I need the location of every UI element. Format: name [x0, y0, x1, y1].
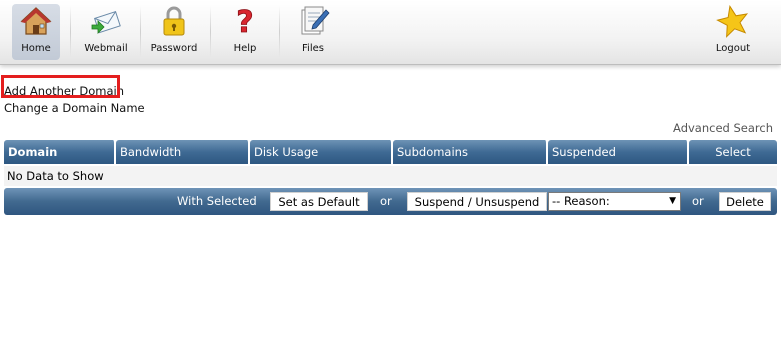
advanced-search-link[interactable]: Advanced Search: [673, 121, 773, 135]
action-bar: With Selected Set as Default or Suspend …: [4, 188, 777, 215]
webmail-button[interactable]: Webmail: [80, 4, 132, 60]
reason-select[interactable]: -- Reason: ▼: [548, 192, 681, 211]
column-disk-usage[interactable]: Disk Usage: [250, 140, 393, 164]
column-subdomains[interactable]: Subdomains: [393, 140, 548, 164]
files-icon: [301, 6, 330, 35]
home-button[interactable]: Home: [12, 4, 60, 60]
highlight-box: [1, 75, 120, 98]
empty-table-row: No Data to Show: [4, 166, 777, 186]
column-domain[interactable]: Domain: [4, 140, 116, 164]
help-button[interactable]: ? Help: [222, 4, 268, 60]
reason-select-value: -- Reason:: [552, 194, 610, 208]
logout-label: Logout: [715, 43, 751, 54]
suspend-button[interactable]: Suspend / Unsuspend: [407, 192, 547, 211]
lock-icon: [163, 6, 185, 36]
table-header: Domain Bandwidth Disk Usage Subdomains S…: [4, 140, 777, 164]
password-button[interactable]: Password: [148, 4, 200, 60]
files-button[interactable]: Files: [290, 4, 336, 60]
webmail-icon: [91, 10, 121, 34]
or-label-1: or: [380, 194, 392, 208]
chevron-down-icon: ▼: [669, 196, 676, 206]
delete-button[interactable]: Delete: [719, 192, 771, 211]
column-select[interactable]: Select: [689, 140, 777, 164]
set-default-button[interactable]: Set as Default: [270, 192, 368, 211]
password-label: Password: [150, 43, 198, 54]
or-label-2: or: [692, 194, 704, 208]
home-label: Home: [21, 43, 51, 54]
svg-text:?: ?: [236, 5, 253, 38]
star-icon: [716, 4, 749, 38]
with-selected-label: With Selected: [177, 194, 257, 208]
logout-button[interactable]: Logout: [710, 4, 756, 60]
column-suspended[interactable]: Suspended: [548, 140, 689, 164]
home-icon: [20, 7, 52, 35]
help-label: Help: [233, 43, 257, 54]
webmail-label: Webmail: [84, 43, 128, 54]
empty-text: No Data to Show: [7, 169, 104, 183]
question-icon: ?: [236, 5, 254, 38]
files-label: Files: [302, 43, 324, 54]
column-bandwidth[interactable]: Bandwidth: [116, 140, 250, 164]
change-domain-link[interactable]: Change a Domain Name: [4, 101, 145, 115]
top-toolbar: Home Webmail Password ? Help Files Logou…: [0, 0, 781, 65]
